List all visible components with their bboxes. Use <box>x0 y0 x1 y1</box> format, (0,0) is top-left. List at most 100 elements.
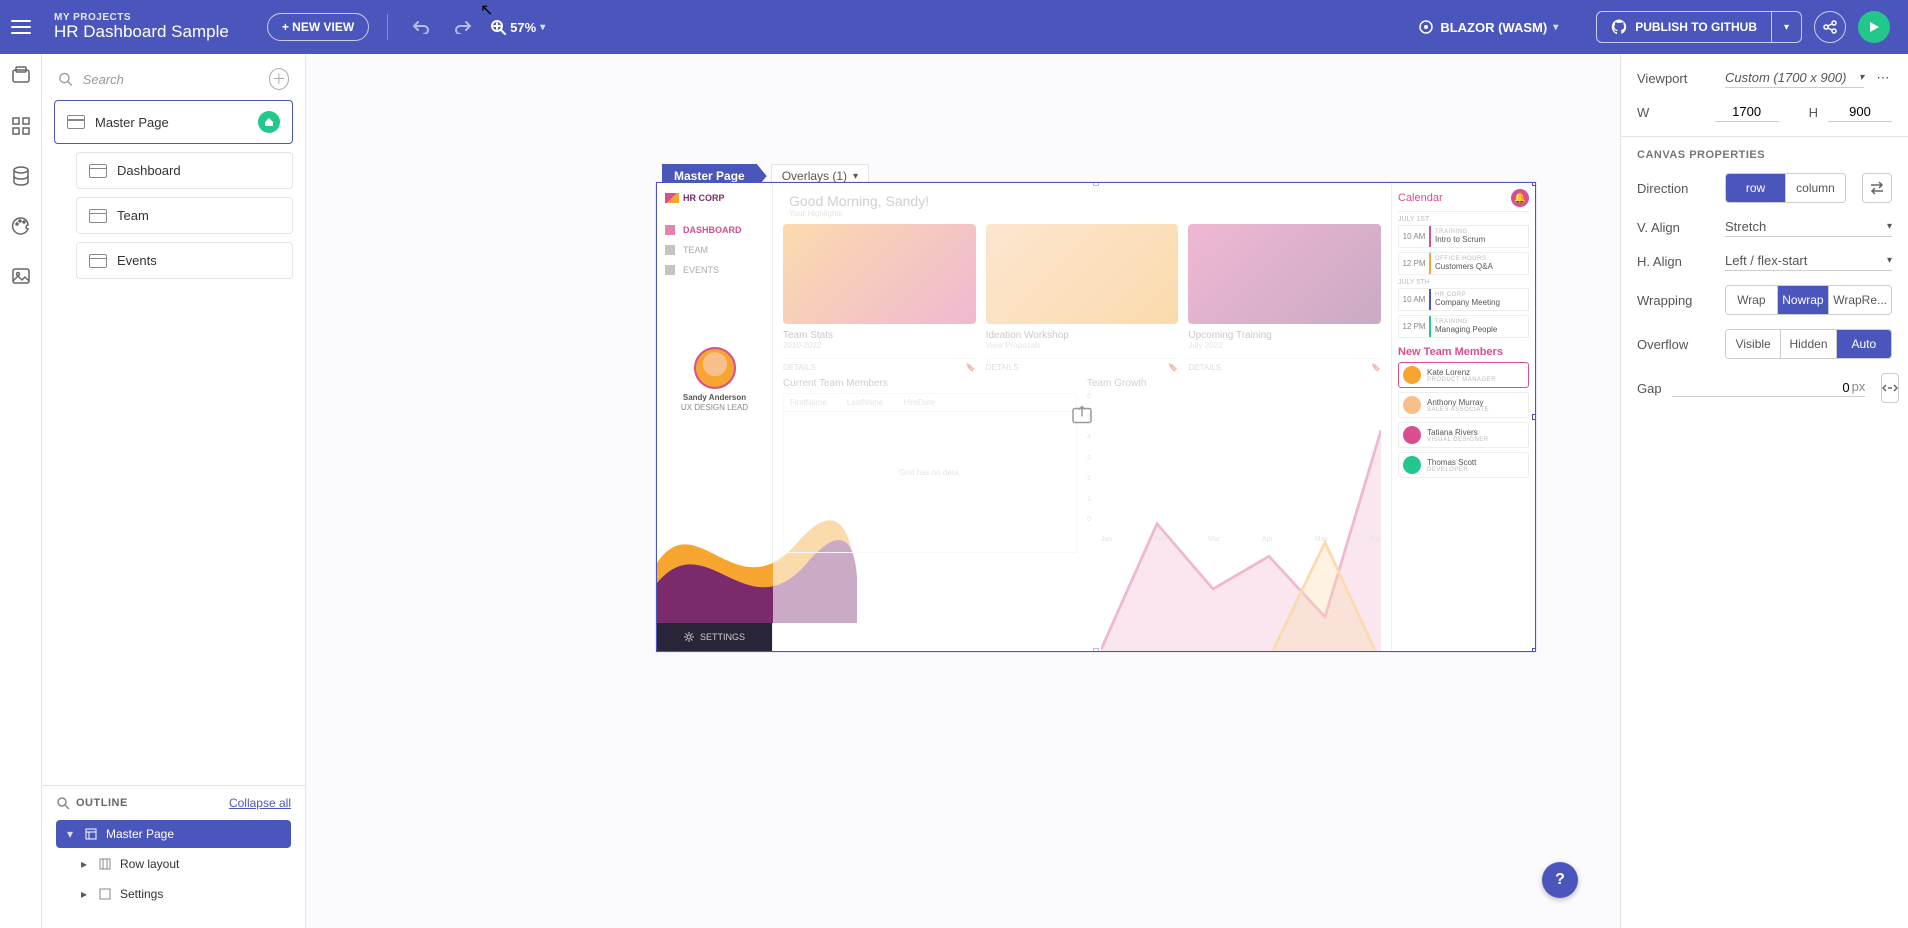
outline-master-page[interactable]: ▾ Master Page <box>56 820 291 848</box>
team-member-item[interactable]: Tatiana RiversVISUAL DESIGNER <box>1398 422 1529 448</box>
calendar-item[interactable]: 12 PMTRAININGManaging People <box>1398 315 1529 338</box>
framework-selector[interactable]: BLAZOR (WASM) ▾ <box>1418 19 1558 35</box>
bookmark-icon[interactable]: 🔖 <box>1371 363 1381 372</box>
rail-app-icon[interactable] <box>9 64 33 88</box>
avatar <box>1403 366 1421 384</box>
halign-select[interactable]: Left / flex-start▾ <box>1725 251 1892 271</box>
page-team[interactable]: Team <box>76 197 293 234</box>
share-button[interactable] <box>1814 11 1846 43</box>
publish-main[interactable]: PUBLISH TO GITHUB <box>1597 12 1771 42</box>
calendar-item[interactable]: 12 PMOFFICE HOURSCustomers Q&A <box>1398 252 1529 275</box>
row-layout-icon <box>98 857 112 871</box>
col-header[interactable]: LastName <box>847 398 883 407</box>
container-icon <box>98 887 112 901</box>
overflow-visible[interactable]: Visible <box>1726 330 1780 358</box>
mock-highlight-card[interactable]: Upcoming Training July 2022 DETAILS🔖 <box>1188 224 1381 372</box>
overflow-hidden[interactable]: Hidden <box>1780 330 1835 358</box>
card-details-link[interactable]: DETAILS <box>986 363 1019 372</box>
gap-label: Gap <box>1637 381 1662 396</box>
section-heading: CANVAS PROPERTIES <box>1637 149 1892 161</box>
rail-data-icon[interactable] <box>9 164 33 188</box>
rail-components-icon[interactable] <box>9 114 33 138</box>
card-illustration <box>783 224 976 324</box>
calendar-item[interactable]: 10 AMHR CORPCompany Meeting <box>1398 288 1529 311</box>
redo-button[interactable] <box>448 12 478 42</box>
col-header[interactable]: FirstName <box>790 398 827 407</box>
selection-handle[interactable] <box>1532 414 1536 420</box>
canvas-area[interactable]: Master Page Overlays (1) ▾ HR CORP <box>306 54 1620 928</box>
undo-button[interactable] <box>406 12 436 42</box>
grid-empty-text: Grid has no data. <box>784 412 1076 532</box>
bookmark-icon[interactable]: 🔖 <box>966 363 976 372</box>
mock-main: Good Morning, Sandy! Your Highlights Tea… <box>773 183 1391 651</box>
mock-settings-bar[interactable]: SETTINGS <box>657 623 772 651</box>
card-illustration <box>986 224 1179 324</box>
team-member-item[interactable]: Kate LorenzPRODUCT MANAGER <box>1398 362 1529 388</box>
swap-direction-button[interactable] <box>1862 173 1892 203</box>
rail-assets-icon[interactable] <box>9 264 33 288</box>
team-member-item[interactable]: Anthony MurraySALES ASSOCIATE <box>1398 392 1529 418</box>
wrapreverse-opt[interactable]: WrapRe... <box>1828 286 1891 314</box>
selection-handle[interactable] <box>1532 182 1536 186</box>
insert-placeholder-icon[interactable] <box>1070 403 1094 432</box>
page-dashboard[interactable]: Dashboard <box>76 152 293 189</box>
page-icon <box>89 254 107 268</box>
calendar-item[interactable]: 10 AMTRAININGIntro to Scrum <box>1398 225 1529 248</box>
mock-nav-dashboard[interactable]: DASHBOARD <box>665 225 764 235</box>
page-events[interactable]: Events <box>76 242 293 279</box>
settings-label: SETTINGS <box>700 632 745 642</box>
gap-unit: px <box>1852 379 1866 396</box>
member-name: Thomas Scott <box>1427 458 1476 467</box>
mock-nav-team[interactable]: TEAM <box>665 245 764 255</box>
chevron-down-icon: ▾ <box>1553 22 1558 33</box>
width-input[interactable] <box>1715 102 1779 122</box>
mock-highlight-card[interactable]: Team Stats 2010-2022 DETAILS🔖 <box>783 224 976 372</box>
card-details-link[interactable]: DETAILS <box>1188 363 1221 372</box>
card-details-link[interactable]: DETAILS <box>783 363 816 372</box>
nowrap-opt[interactable]: Nowrap <box>1777 286 1829 314</box>
gap-input[interactable] <box>1672 379 1852 396</box>
preview-button[interactable] <box>1858 11 1890 43</box>
rail-theme-icon[interactable] <box>9 214 33 238</box>
direction-column[interactable]: column <box>1785 174 1845 202</box>
wrapping-label: Wrapping <box>1637 293 1715 308</box>
menu-button[interactable] <box>0 0 42 54</box>
wrap-opt[interactable]: Wrap <box>1726 286 1777 314</box>
valign-select[interactable]: Stretch▾ <box>1725 217 1892 237</box>
bookmark-icon[interactable]: 🔖 <box>1168 363 1178 372</box>
gear-icon <box>684 632 694 642</box>
member-role: PRODUCT MANAGER <box>1427 377 1496 383</box>
search-input[interactable] <box>81 71 261 88</box>
gap-link-button[interactable] <box>1881 373 1899 403</box>
mock-nav-events[interactable]: EVENTS <box>665 265 764 275</box>
add-page-button[interactable]: ＋ <box>269 68 289 90</box>
member-name: Tatiana Rivers <box>1427 428 1489 437</box>
star-icon <box>665 265 675 275</box>
collapse-all-link[interactable]: Collapse all <box>229 796 291 810</box>
publish-dropdown[interactable]: ▾ <box>1771 12 1801 42</box>
canvas-frame[interactable]: HR CORP DASHBOARD TEAM EVENTS Sandy Ande… <box>656 182 1536 652</box>
project-title-block: MY PROJECTS HR Dashboard Sample <box>54 12 229 42</box>
team-member-item[interactable]: Thomas ScottDEVELOPER <box>1398 452 1529 478</box>
home-badge-icon <box>258 111 280 133</box>
zoom-control[interactable]: 57% ▾ <box>490 19 545 35</box>
viewport-select[interactable]: Custom (1700 x 900)▾ <box>1725 68 1864 88</box>
col-header[interactable]: HireDate <box>903 398 935 407</box>
outline-row-layout[interactable]: ▸ Row layout <box>56 850 291 878</box>
overflow-auto[interactable]: Auto <box>1836 330 1891 358</box>
outline-settings[interactable]: ▸ Settings <box>56 880 291 908</box>
breadcrumb[interactable]: MY PROJECTS <box>54 12 229 23</box>
direction-row[interactable]: row <box>1726 174 1785 202</box>
height-input[interactable] <box>1828 102 1892 122</box>
mock-highlight-card[interactable]: Ideation Workshop View Proposals DETAILS… <box>986 224 1179 372</box>
outline-section: OUTLINE Collapse all ▾ Master Page ▸ Row… <box>42 785 305 928</box>
more-icon[interactable]: ⋯ <box>1874 70 1892 86</box>
selection-handle[interactable] <box>1532 648 1536 652</box>
page-master[interactable]: Master Page <box>54 100 293 144</box>
help-button[interactable]: ? <box>1542 862 1578 898</box>
bell-icon[interactable]: 🔔 <box>1511 189 1529 207</box>
divider <box>387 14 388 40</box>
member-role: DEVELOPER <box>1427 467 1476 473</box>
page-list: Master Page Dashboard Team Events <box>42 100 305 279</box>
new-view-button[interactable]: + NEW VIEW <box>267 13 369 41</box>
